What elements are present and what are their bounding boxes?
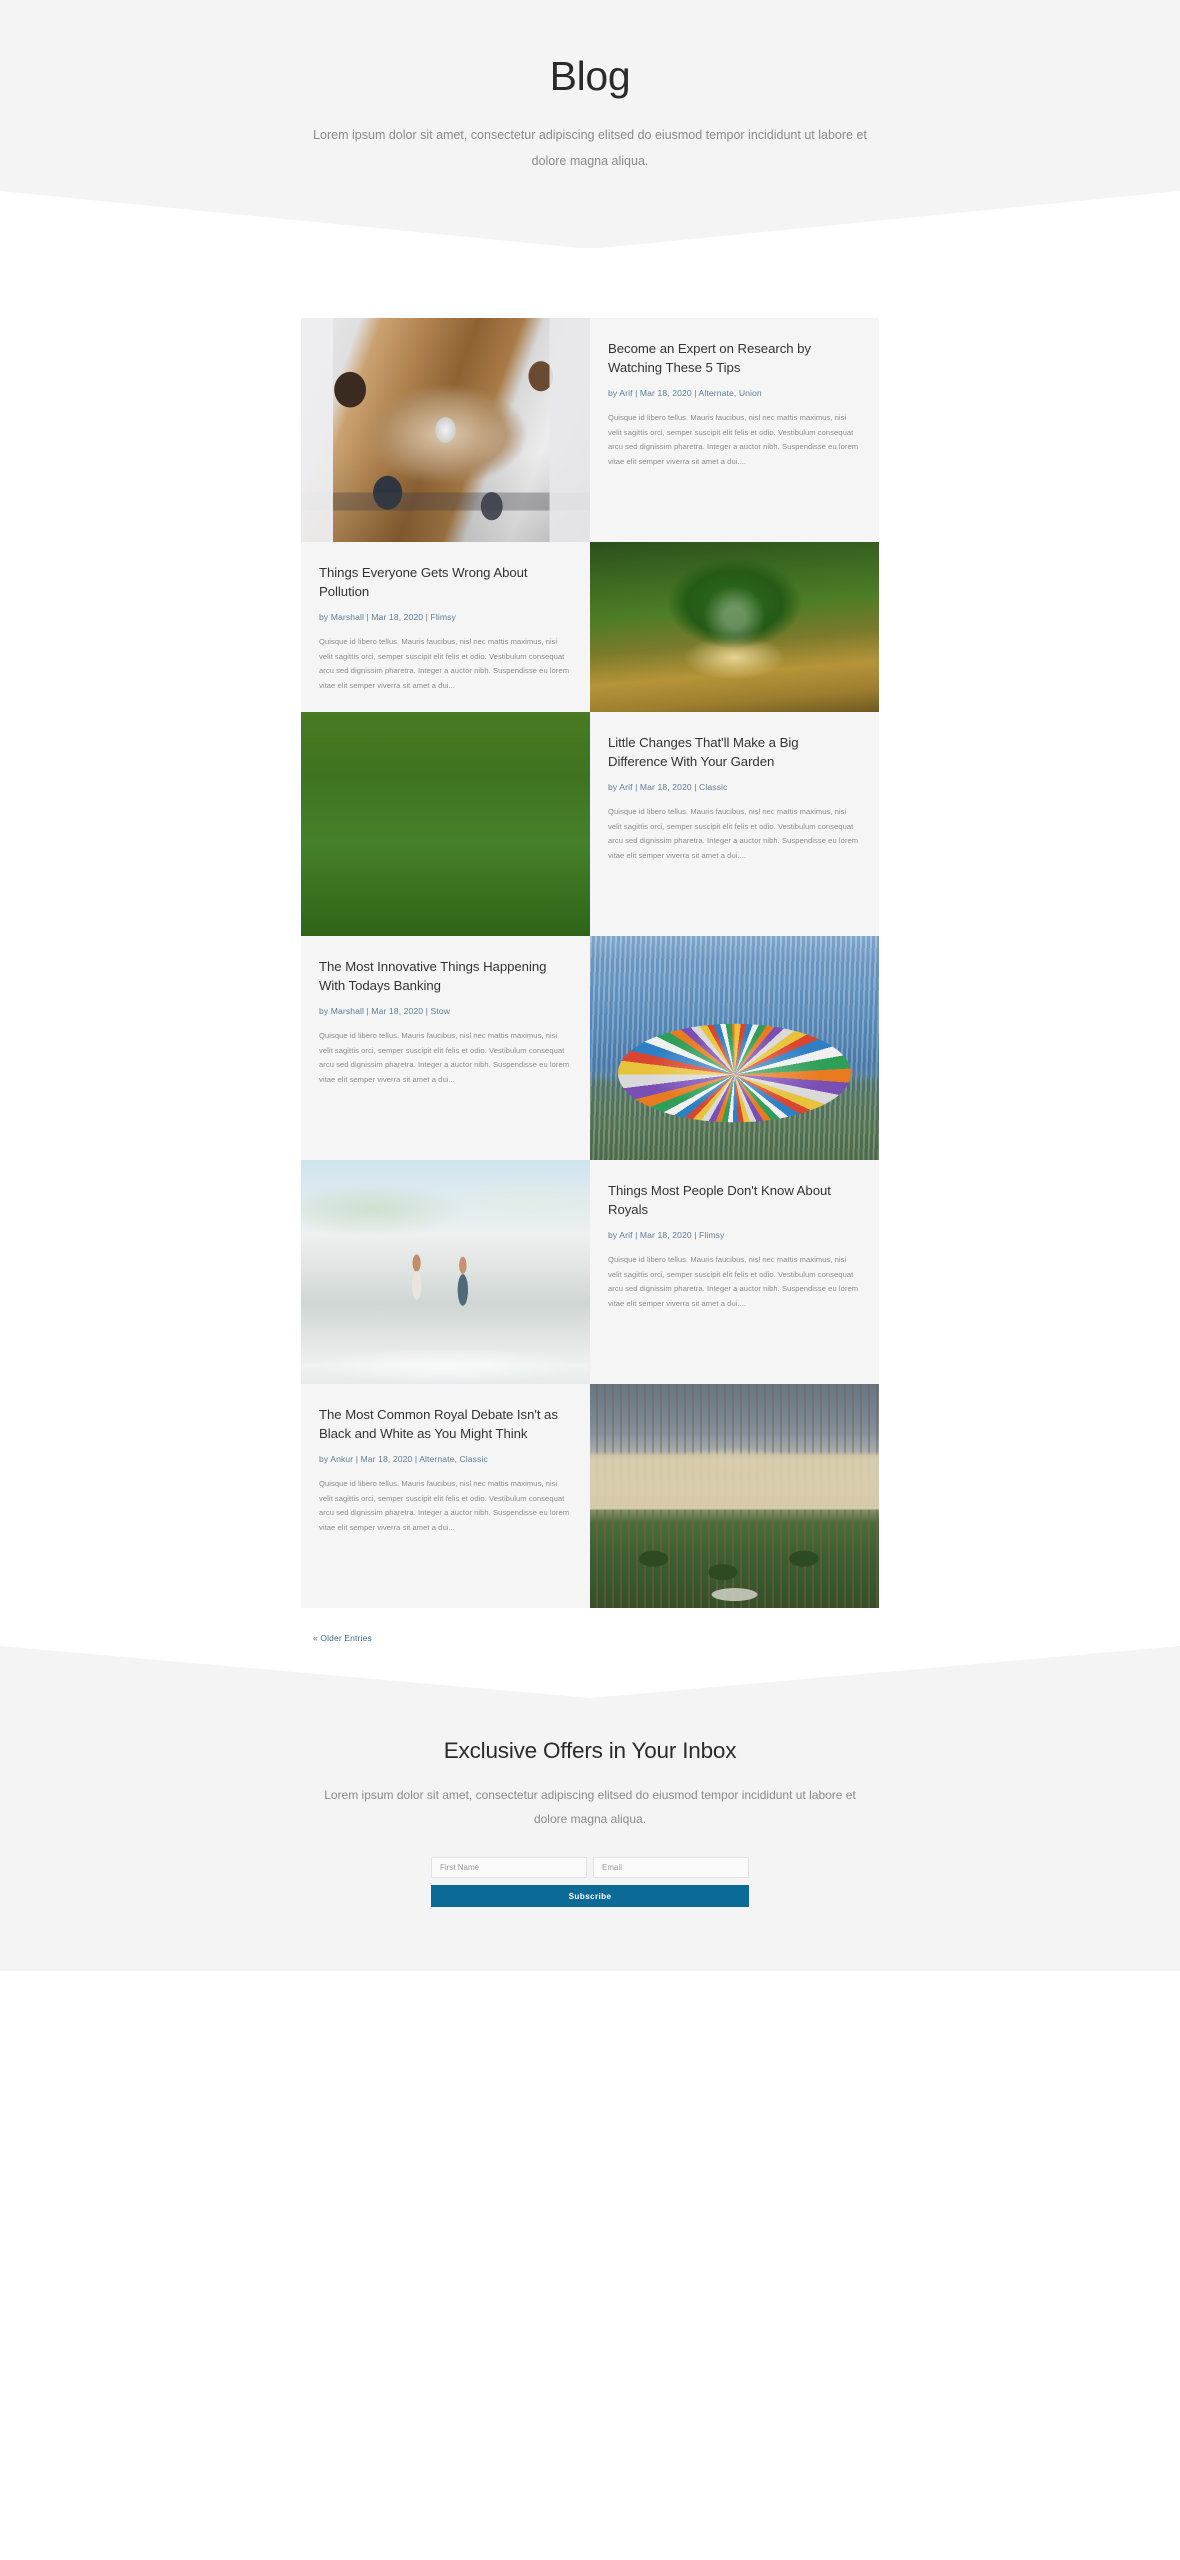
glass-sculpture-building-photo-icon <box>590 936 879 1161</box>
post-excerpt: Quisque id libero tellus. Mauris faucibu… <box>608 806 859 861</box>
blog-grid: Become an Expert on Research by Watching… <box>301 318 879 1609</box>
post-meta[interactable]: by Arif | Mar 18, 2020 | Flimsy <box>608 1229 861 1242</box>
subscribe-form: Subscribe <box>431 1857 749 1908</box>
post-thumbnail[interactable] <box>590 542 879 713</box>
newsletter-title: Exclusive Offers in Your Inbox <box>443 1738 737 1764</box>
newsletter-subtitle: Lorem ipsum dolor sit amet, consectetur … <box>324 1788 856 1827</box>
post-meta[interactable]: by Ankur | Mar 18, 2020 | Alternate, Cla… <box>319 1453 572 1466</box>
blog-post-card[interactable]: The Most Innovative Things Happening Wit… <box>301 936 879 1161</box>
post-meta[interactable]: by Marshall | Mar 18, 2020 | Flimsy <box>319 611 572 624</box>
blog-post-card[interactable]: Things Most People Don't Know About Roya… <box>301 1160 879 1385</box>
post-title[interactable]: Become an Expert on Research by Watching… <box>608 340 861 377</box>
post-content: Little Changes That'll Make a Big Differ… <box>590 712 879 937</box>
post-meta[interactable]: by Arif | Mar 18, 2020 | Alternate, Unio… <box>608 387 861 400</box>
post-thumbnail[interactable] <box>301 712 590 937</box>
newsletter-section: Exclusive Offers in Your Inbox Lorem ips… <box>0 1646 1180 1972</box>
palace-garden-photo-icon <box>590 1384 879 1609</box>
post-excerpt: Quisque id libero tellus. Mauris faucibu… <box>319 1030 570 1085</box>
header-wave-divider <box>0 191 1180 250</box>
post-title[interactable]: The Most Innovative Things Happening Wit… <box>319 958 572 995</box>
post-thumbnail[interactable] <box>590 936 879 1161</box>
tree-in-glass-globe-photo-icon <box>590 542 879 713</box>
team-fistbump-desk-photo-icon <box>301 318 590 543</box>
first-name-input[interactable] <box>431 1857 587 1879</box>
wildflower-meadow-photo-icon <box>301 712 590 937</box>
post-content: Things Most People Don't Know About Roya… <box>590 1160 879 1385</box>
post-meta[interactable]: by Arif | Mar 18, 2020 | Classic <box>608 781 861 794</box>
post-meta[interactable]: by Marshall | Mar 18, 2020 | Stow <box>319 1005 572 1018</box>
post-title[interactable]: Little Changes That'll Make a Big Differ… <box>608 734 861 771</box>
blog-post-card[interactable]: Things Everyone Gets Wrong About Polluti… <box>301 542 879 713</box>
page-header: Blog Lorem ipsum dolor sit amet, consect… <box>0 0 1180 250</box>
subscribe-field-row <box>431 1857 749 1879</box>
blog-list: Become an Expert on Research by Watching… <box>0 248 1180 1647</box>
subscribe-button[interactable]: Subscribe <box>431 1885 749 1908</box>
post-excerpt: Quisque id libero tellus. Mauris faucibu… <box>319 1478 570 1533</box>
post-content: The Most Common Royal Debate Isn't as Bl… <box>301 1384 590 1609</box>
older-entries-link[interactable]: « Older Entries <box>313 1633 372 1643</box>
post-excerpt: Quisque id libero tellus. Mauris faucibu… <box>319 636 570 691</box>
post-thumbnail[interactable] <box>301 318 590 543</box>
pagination: « Older Entries <box>301 1608 879 1647</box>
couple-walking-beach-photo-icon <box>301 1160 590 1385</box>
email-input[interactable] <box>593 1857 749 1879</box>
page-subtitle: Lorem ipsum dolor sit amet, consectetur … <box>313 128 867 168</box>
post-title[interactable]: The Most Common Royal Debate Isn't as Bl… <box>319 1406 572 1443</box>
blog-post-card[interactable]: The Most Common Royal Debate Isn't as Bl… <box>301 1384 879 1609</box>
blog-post-card[interactable]: Little Changes That'll Make a Big Differ… <box>301 712 879 937</box>
blog-post-card[interactable]: Become an Expert on Research by Watching… <box>301 318 879 543</box>
page-title: Blog <box>549 53 631 99</box>
post-thumbnail[interactable] <box>301 1160 590 1385</box>
post-title[interactable]: Things Everyone Gets Wrong About Polluti… <box>319 564 572 601</box>
post-excerpt: Quisque id libero tellus. Mauris faucibu… <box>608 1254 859 1309</box>
post-content: The Most Innovative Things Happening Wit… <box>301 936 590 1161</box>
blog-page: Blog Lorem ipsum dolor sit amet, consect… <box>0 0 1180 1972</box>
post-title[interactable]: Things Most People Don't Know About Roya… <box>608 1182 861 1219</box>
post-thumbnail[interactable] <box>590 1384 879 1609</box>
post-excerpt: Quisque id libero tellus. Mauris faucibu… <box>608 412 859 467</box>
post-content: Become an Expert on Research by Watching… <box>590 318 879 543</box>
newsletter-body: Exclusive Offers in Your Inbox Lorem ips… <box>0 1698 1180 1972</box>
footer-wave-divider <box>0 1646 1180 1699</box>
post-content: Things Everyone Gets Wrong About Polluti… <box>301 542 590 713</box>
